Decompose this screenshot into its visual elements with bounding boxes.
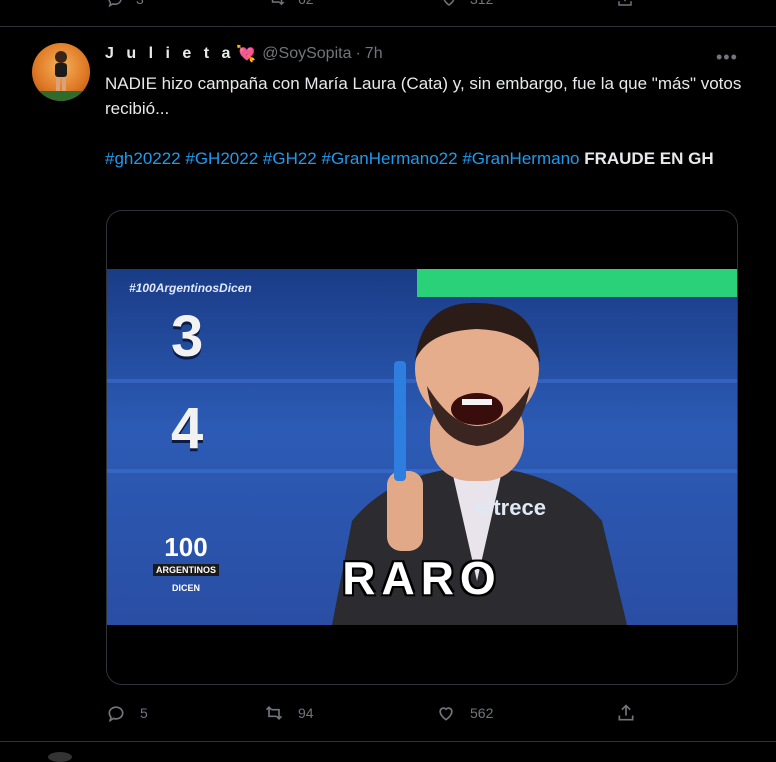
reply-count: 3 — [136, 0, 144, 7]
tweet-actions: 5 94 562 — [106, 703, 646, 723]
like-count: 312 — [470, 0, 493, 7]
like-count: 562 — [470, 705, 494, 721]
next-tweet-avatar[interactable] — [48, 752, 72, 762]
score-bottom: 4 — [171, 396, 204, 461]
hashtag-link[interactable]: #GranHermano — [462, 149, 579, 168]
retweet-count: 62 — [298, 0, 314, 7]
hashtag-link[interactable]: #GH22 — [263, 149, 317, 168]
heart-icon — [439, 707, 453, 721]
channel-logo: eltrece — [475, 495, 546, 520]
tv-hashtag: #100ArgentinosDicen — [129, 281, 252, 295]
reply-icon — [108, 706, 124, 723]
retweet-count: 94 — [298, 705, 314, 721]
display-name[interactable]: J u l i e t a — [105, 45, 234, 63]
like-button[interactable]: 562 — [436, 703, 493, 723]
share-icon — [618, 704, 634, 721]
tweet-hashtag-line: #gh20222 #GH2022 #GH22 #GranHermano22 #G… — [105, 146, 745, 171]
heart-emoji: 💘 — [236, 46, 257, 63]
retweet-icon — [265, 705, 283, 721]
more-options-icon[interactable]: ••• — [716, 47, 738, 68]
tweet-header: J u l i e t a 💘 @SoySopita · 7h — [105, 44, 383, 64]
heart-icon — [443, 0, 455, 6]
avatar[interactable] — [32, 43, 90, 101]
reply-action[interactable]: 3 — [106, 0, 144, 8]
reply-count: 5 — [140, 705, 148, 721]
retweet-action[interactable]: 62 — [268, 0, 314, 8]
reply-button[interactable]: 5 — [106, 703, 148, 723]
separator-dot: · — [355, 45, 361, 62]
hashtag-link[interactable]: #gh20222 — [105, 149, 181, 168]
share-button[interactable] — [616, 703, 650, 723]
hashtag-link[interactable]: #GranHermano22 — [322, 149, 458, 168]
tweet-media[interactable]: #100ArgentinosDicen 3 4 eltrece 100 ARGE… — [106, 210, 738, 685]
tweet-text-line: NADIE hizo campaña con María Laura (Cata… — [105, 74, 742, 118]
tweet-text: NADIE hizo campaña con María Laura (Cata… — [105, 71, 745, 171]
meme-caption: RARO — [342, 552, 502, 604]
hashtag-link[interactable]: #GH2022 — [185, 149, 258, 168]
timestamp[interactable]: 7h — [365, 45, 383, 63]
retweet-button[interactable]: 94 — [264, 703, 314, 723]
avatar-figure — [40, 51, 82, 101]
reply-icon — [108, 0, 122, 8]
previous-tweet-actions: 3 62 312 — [0, 0, 776, 27]
like-action[interactable]: 312 — [440, 0, 493, 8]
media-image: #100ArgentinosDicen 3 4 eltrece 100 ARGE… — [107, 269, 737, 625]
share-icon — [618, 0, 632, 6]
tweet[interactable]: J u l i e t a 💘 @SoySopita · 7h ••• NADI… — [0, 27, 776, 742]
user-handle[interactable]: @SoySopita — [262, 45, 351, 63]
share-action[interactable] — [616, 0, 634, 8]
retweet-icon — [271, 0, 285, 6]
tweet-bold-text: FRAUDE EN GH — [584, 149, 714, 168]
score-top: 3 — [171, 304, 204, 369]
